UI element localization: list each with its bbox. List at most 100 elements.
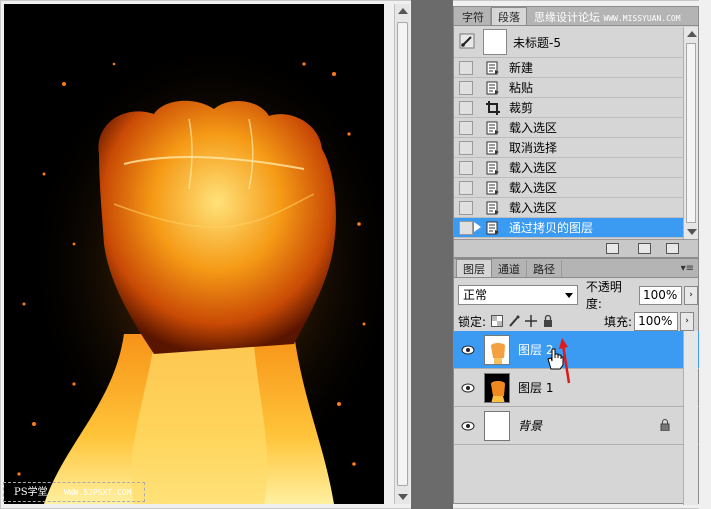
history-item[interactable]: 裁剪: [454, 98, 684, 118]
history-snapshot[interactable]: 未标题-5: [454, 27, 684, 58]
fill-label: 填充:: [604, 314, 633, 329]
opacity-slider-button[interactable]: ›: [684, 285, 698, 305]
history-item-label: 载入选区: [509, 201, 558, 215]
window-edge: [699, 0, 711, 509]
visibility-eye-icon[interactable]: [460, 345, 476, 355]
step-icon: [485, 220, 501, 236]
step-icon: [485, 60, 501, 76]
tab-channels[interactable]: 通道: [492, 260, 527, 277]
crop-icon: [485, 100, 501, 116]
scrollbar-thumb[interactable]: [397, 22, 408, 486]
new-document-from-state-icon[interactable]: [606, 243, 619, 254]
watermark-top: 思缘设计论坛 WWW.MISSYUAN.COM: [534, 9, 681, 25]
scroll-up-icon[interactable]: [687, 31, 697, 37]
history-panel: 字符 段落 思缘设计论坛 WWW.MISSYUAN.COM 未标题-5 新建 粘…: [453, 6, 699, 258]
history-source-checkbox[interactable]: [459, 100, 473, 115]
history-source-checkbox[interactable]: [459, 160, 473, 175]
layer-name: 图层 1: [518, 381, 554, 395]
step-icon: [485, 200, 501, 216]
history-state-marker-icon: [474, 222, 481, 232]
history-item-label: 载入选区: [509, 121, 558, 135]
tab-character[interactable]: 字符: [456, 8, 491, 25]
scrollbar-thumb[interactable]: [686, 43, 696, 223]
layer-list: 图层 2 图层 1 背景: [454, 331, 700, 445]
layer-thumbnail: [484, 372, 510, 403]
visibility-eye-icon[interactable]: [460, 421, 476, 431]
history-scrollbar[interactable]: [683, 27, 698, 239]
history-source-checkbox[interactable]: [459, 220, 473, 235]
history-source-checkbox[interactable]: [459, 200, 473, 215]
layer-thumbnail: [484, 410, 510, 441]
history-item[interactable]: 新建: [454, 58, 684, 78]
tab-layers[interactable]: 图层: [456, 259, 492, 277]
history-item-label: 载入选区: [509, 181, 558, 195]
fire-fist-artwork: [4, 4, 384, 504]
opacity-label: 不透明度:: [585, 280, 622, 311]
lock-label: 锁定:: [458, 314, 487, 329]
blend-mode-value: 正常: [463, 288, 488, 302]
history-item-label: 新建: [509, 61, 534, 75]
canvas-vertical-scrollbar[interactable]: [394, 4, 410, 504]
step-icon: [485, 120, 501, 136]
scroll-up-icon[interactable]: [398, 8, 408, 14]
document-canvas[interactable]: PS学堂 WWW.52PSXT.COM: [4, 4, 384, 504]
new-snapshot-icon[interactable]: [638, 243, 651, 254]
layers-panel-tabs: 图层 通道 路径 ▾≡: [454, 259, 698, 278]
history-item-label: 通过拷贝的图层: [509, 221, 594, 235]
history-source-checkbox[interactable]: [459, 120, 473, 135]
watermark-top-site: WWW.MISSYUAN.COM: [603, 14, 681, 23]
step-icon: [485, 80, 501, 96]
trash-icon[interactable]: [666, 243, 679, 254]
history-item-label: 粘贴: [509, 81, 534, 95]
history-source-checkbox[interactable]: [459, 140, 473, 155]
layers-scrollbar[interactable]: [683, 331, 698, 505]
layer-row[interactable]: 图层 1: [454, 369, 700, 407]
layer-row-selected[interactable]: 图层 2: [454, 331, 700, 384]
lock-transparent-icon[interactable]: [491, 315, 504, 327]
history-list: 未标题-5 新建 粘贴 裁剪 载入选区 取消选择 载入选区 载入选区 载入选区 …: [454, 27, 684, 238]
tab-paths[interactable]: 路径: [527, 260, 562, 277]
layers-panel: 图层 通道 路径 ▾≡ 正常 不透明度: 100% › 锁定: 填充: 100%…: [453, 258, 700, 505]
opacity-input[interactable]: 100%: [638, 285, 683, 305]
history-item-label: 取消选择: [509, 141, 558, 155]
step-icon: [485, 140, 501, 156]
blend-mode-select[interactable]: 正常: [458, 285, 578, 305]
fill-input[interactable]: 100%: [634, 311, 679, 331]
lock-icon: [660, 419, 670, 434]
history-source-checkbox[interactable]: [459, 80, 473, 95]
fill-slider-button[interactable]: ›: [680, 311, 695, 331]
tab-paragraph[interactable]: 段落: [491, 7, 527, 25]
history-item[interactable]: 载入选区: [454, 158, 684, 178]
layer-thumbnail: [484, 334, 510, 365]
snapshot-label: 未标题-5: [513, 35, 561, 50]
layer-name: 背景: [518, 419, 543, 433]
step-icon: [485, 160, 501, 176]
scroll-down-icon[interactable]: [687, 229, 697, 235]
history-brush-icon[interactable]: [459, 33, 475, 52]
history-item[interactable]: 载入选区: [454, 198, 684, 218]
watermark-marquee: [3, 482, 145, 502]
chevron-down-icon: [564, 293, 573, 298]
blend-row: 正常 不透明度: 100% ›: [454, 280, 698, 311]
snapshot-thumbnail: [483, 29, 507, 55]
history-source-checkbox[interactable]: [459, 180, 473, 195]
history-item-label: 裁剪: [509, 101, 534, 115]
visibility-eye-icon[interactable]: [460, 383, 476, 393]
lock-all-icon[interactable]: [542, 315, 554, 327]
scroll-down-icon[interactable]: [398, 494, 408, 500]
history-source-checkbox[interactable]: [459, 60, 473, 75]
workspace-gap: [411, 0, 453, 509]
watermark-top-cn: 思缘设计论坛: [534, 11, 600, 24]
panel-menu-icon[interactable]: ▾≡: [681, 263, 694, 274]
step-icon: [485, 180, 501, 196]
history-item[interactable]: 取消选择: [454, 138, 684, 158]
history-item[interactable]: 载入选区: [454, 178, 684, 198]
lock-pixels-icon[interactable]: [508, 315, 520, 327]
history-panel-tabs: 字符 段落 思缘设计论坛 WWW.MISSYUAN.COM: [454, 7, 698, 26]
history-item[interactable]: 粘贴: [454, 78, 684, 98]
history-footer: [454, 239, 698, 257]
layer-row[interactable]: 背景: [454, 407, 700, 445]
history-item[interactable]: 载入选区: [454, 118, 684, 138]
lock-position-icon[interactable]: [525, 315, 538, 327]
history-item-selected[interactable]: 通过拷贝的图层: [454, 218, 684, 238]
